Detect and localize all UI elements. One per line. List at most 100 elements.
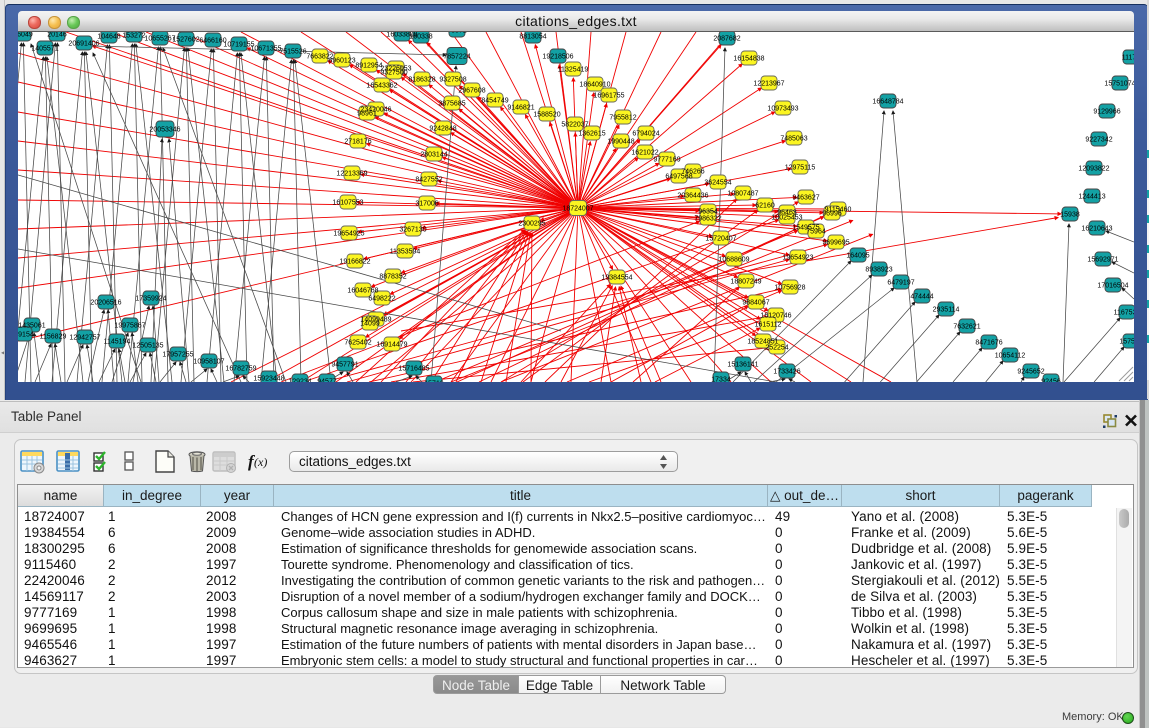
svg-text:8960123: 8960123 (328, 58, 355, 65)
svg-text:1588520: 1588520 (533, 112, 560, 119)
svg-text:17016504: 17016504 (1097, 283, 1128, 290)
svg-text:12213369: 12213369 (336, 171, 367, 178)
svg-text:15923448: 15923448 (253, 376, 284, 383)
svg-text:7986322: 7986322 (694, 216, 721, 223)
svg-text:9146821: 9146821 (507, 105, 534, 112)
svg-text:1435061: 1435061 (18, 323, 45, 330)
svg-text:8878352: 8878352 (379, 274, 406, 281)
svg-text:12942757: 12942757 (69, 335, 100, 342)
svg-text:6497568: 6497568 (665, 174, 692, 181)
svg-text:12975115: 12975115 (785, 165, 816, 172)
svg-text:9463627: 9463627 (792, 195, 819, 202)
svg-text:164095: 164095 (846, 253, 869, 260)
svg-text:9327508: 9327508 (439, 77, 466, 84)
svg-text:1156829: 1156829 (40, 334, 67, 341)
svg-text:1615112: 1615112 (755, 322, 782, 329)
svg-text:(x): (x) (254, 455, 267, 469)
svg-text:19654923: 19654923 (782, 255, 813, 262)
svg-text:1527602: 1527602 (172, 37, 199, 44)
svg-text:15692971: 15692971 (1087, 257, 1118, 264)
svg-text:1621022: 1621022 (631, 150, 658, 157)
svg-text:8471676: 8471676 (975, 340, 1002, 347)
svg-text:20206516: 20206516 (90, 300, 121, 307)
svg-text:16914479: 16914479 (376, 342, 407, 349)
svg-text:12213967: 12213967 (753, 81, 784, 88)
svg-text:9884067: 9884067 (742, 300, 769, 307)
svg-text:8938923: 8938923 (865, 267, 892, 274)
svg-text:8454749: 8454749 (481, 98, 508, 105)
svg-text:2300295: 2300295 (518, 221, 545, 228)
svg-text:19218506: 19218506 (542, 54, 573, 61)
svg-text:8186328: 8186328 (408, 77, 435, 84)
svg-text:9242848: 9242848 (429, 126, 456, 133)
svg-text:3875685: 3875685 (438, 101, 465, 108)
svg-text:2967608: 2967608 (458, 88, 485, 95)
svg-text:96996: 96996 (822, 211, 842, 218)
svg-text:9457791: 9457791 (331, 362, 358, 369)
svg-text:3267130: 3267130 (399, 227, 426, 234)
svg-text:10655267: 10655267 (144, 36, 175, 43)
svg-text:39154: 39154 (18, 332, 34, 339)
svg-text:7632621: 7632621 (953, 324, 980, 331)
svg-text:1167533: 1167533 (1114, 310, 1134, 317)
svg-text:18724007: 18724007 (562, 206, 593, 213)
svg-text:17957255: 17957255 (162, 352, 193, 359)
svg-text:20364436: 20364436 (677, 193, 708, 200)
svg-text:14099: 14099 (360, 321, 380, 328)
svg-text:11353594: 11353594 (390, 249, 421, 256)
svg-text:9227342: 9227342 (1085, 137, 1112, 144)
svg-text:7857224: 7857224 (443, 54, 470, 61)
svg-text:1145194: 1145194 (104, 339, 131, 346)
svg-text:92456: 92456 (1041, 379, 1061, 383)
svg-text:19384554: 19384554 (601, 275, 632, 282)
svg-text:16782759: 16782759 (225, 366, 256, 373)
svg-text:15136141: 15136141 (727, 362, 758, 369)
svg-text:6794024: 6794024 (632, 131, 659, 138)
svg-text:16049: 16049 (18, 32, 33, 39)
svg-text:157533: 157533 (1119, 339, 1134, 346)
svg-text:20691406: 20691406 (68, 41, 99, 48)
svg-text:9245652: 9245652 (1017, 369, 1044, 376)
svg-text:16046768: 16046768 (347, 288, 378, 295)
svg-text:3624554: 3624554 (704, 180, 731, 187)
svg-text:10654112: 10654112 (995, 353, 1026, 360)
svg-text:96354: 96354 (698, 209, 718, 216)
svg-text:18640910: 18640910 (579, 82, 610, 89)
svg-text:12505135: 12505135 (132, 343, 163, 350)
svg-text:10958107: 10958107 (193, 359, 224, 366)
svg-text:129234: 129234 (288, 379, 311, 383)
svg-text:20146: 20146 (47, 32, 67, 39)
svg-text:15720407: 15720407 (705, 236, 736, 243)
svg-text:2803144: 2803144 (420, 152, 447, 159)
svg-text:15716485: 15716485 (398, 366, 429, 373)
svg-text:1244413: 1244413 (1078, 194, 1105, 201)
svg-text:78572: 78572 (447, 32, 467, 35)
svg-text:1990448: 1990448 (607, 139, 634, 146)
svg-text:20053346: 20053346 (149, 127, 180, 134)
svg-text:10671355: 10671355 (250, 46, 281, 53)
svg-text:9327500: 9327500 (380, 70, 407, 77)
svg-text:2935114: 2935114 (933, 307, 960, 314)
svg-text:19975867: 19975867 (114, 323, 145, 330)
svg-text:98961: 98961 (357, 111, 377, 118)
svg-text:16120746: 16120746 (760, 313, 791, 320)
svg-text:62160: 62160 (755, 203, 775, 210)
svg-text:10807487: 10807487 (727, 191, 758, 198)
svg-text:10688609: 10688609 (718, 257, 749, 264)
svg-text:1405571: 1405571 (31, 46, 58, 53)
svg-text:16210643: 16210643 (1081, 226, 1112, 233)
svg-text:94577: 94577 (317, 379, 337, 383)
svg-text:19166822: 19166822 (339, 259, 370, 266)
svg-text:16648784: 16648784 (872, 99, 903, 106)
svg-text:16543362: 16543362 (366, 83, 397, 90)
svg-text:15716: 15716 (424, 381, 444, 383)
svg-text:7625402: 7625402 (344, 340, 371, 347)
svg-text:2718176: 2718176 (344, 139, 371, 146)
svg-text:12093822: 12093822 (1078, 166, 1109, 173)
svg-text:1733426: 1733426 (773, 369, 800, 376)
svg-text:2087682: 2087682 (713, 36, 740, 43)
svg-text:160338: 160338 (409, 34, 432, 41)
svg-text:104648: 104648 (97, 34, 120, 41)
svg-text:8427552: 8427552 (415, 177, 442, 184)
svg-text:8912954: 8912954 (355, 63, 382, 70)
